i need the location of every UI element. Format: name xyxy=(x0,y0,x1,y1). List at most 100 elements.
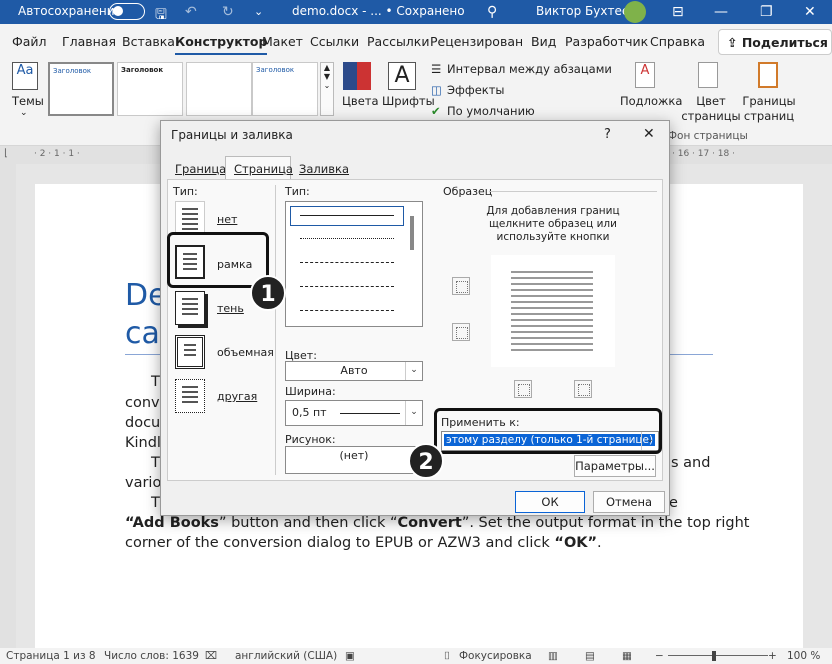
tab-shading[interactable]: Заливка xyxy=(299,162,349,176)
themes-label[interactable]: Темы xyxy=(12,94,44,108)
web-layout-icon[interactable]: ▦ xyxy=(622,650,632,662)
page-borders-label[interactable]: Границы страниц xyxy=(742,94,796,124)
tab-file[interactable]: Файл xyxy=(12,34,47,49)
tab-selector-icon[interactable]: ⌊ xyxy=(4,148,8,159)
ok-button[interactable]: ОК xyxy=(515,491,585,513)
set-default-label[interactable]: По умолчанию xyxy=(447,104,535,118)
effects-label[interactable]: Эффекты xyxy=(447,83,505,97)
style-thumb-4[interactable]: Заголовок xyxy=(252,62,318,116)
chevron-down-icon[interactable]: ⌄ xyxy=(405,401,422,425)
focus-label[interactable]: Фокусировка xyxy=(459,650,532,662)
tab-help[interactable]: Справка xyxy=(650,34,705,49)
customize-icon[interactable]: ⌄ xyxy=(254,5,263,18)
themes-icon[interactable]: Aa xyxy=(12,62,38,90)
close-icon[interactable]: ✕ xyxy=(804,4,816,20)
tab-view[interactable]: Вид xyxy=(531,34,556,49)
setting-shadow-icon[interactable] xyxy=(175,291,205,325)
setting-3d-label[interactable]: объемная xyxy=(217,346,274,359)
redo-icon[interactable]: ↻ xyxy=(222,4,234,20)
tab-page-border[interactable]: Страница xyxy=(234,162,293,176)
print-layout-icon[interactable]: ▤ xyxy=(585,650,595,662)
line-dashed[interactable] xyxy=(300,262,394,263)
fonts-icon[interactable]: A xyxy=(388,62,416,90)
paragraph-spacing-icon[interactable]: ☰ xyxy=(431,62,441,76)
chevron-down-icon[interactable]: ⌄ xyxy=(405,362,422,380)
title-bar: Автосохранение 🖫 ↶ ↻ ⌄ demo.docx - ... •… xyxy=(0,0,832,24)
ribbon-display-icon[interactable]: ⊟ xyxy=(672,4,684,20)
line-dotted[interactable] xyxy=(300,238,394,239)
zoom-in-icon[interactable]: + xyxy=(768,650,777,662)
preview-area[interactable] xyxy=(491,255,615,367)
dialog-close-icon[interactable]: ✕ xyxy=(643,126,655,142)
ok-button-label: ОК xyxy=(541,495,559,509)
zoom-out-icon[interactable]: − xyxy=(655,650,664,662)
line-dash-dot[interactable] xyxy=(300,310,394,311)
setting-shadow-label[interactable]: тень xyxy=(217,302,244,315)
tab-insert[interactable]: Вставка xyxy=(122,34,175,49)
autosave-toggle[interactable] xyxy=(109,3,145,20)
setting-3d-icon[interactable] xyxy=(175,335,205,369)
zoom-slider[interactable] xyxy=(668,655,768,656)
zoom-slider-thumb[interactable] xyxy=(712,651,716,661)
help-button[interactable]: ? xyxy=(604,127,611,142)
setting-none-label[interactable]: нет xyxy=(217,213,237,226)
cancel-button[interactable]: Отмена xyxy=(593,491,665,513)
width-select[interactable]: 0,5 пт ⌄ xyxy=(285,400,423,426)
accessibility-icon[interactable]: ▣ xyxy=(345,650,355,662)
maximize-icon[interactable]: ❐ xyxy=(760,4,773,20)
word-count[interactable]: Число слов: 1639 xyxy=(104,650,199,662)
right-border-button[interactable] xyxy=(574,380,592,398)
styles-gallery-scroll[interactable]: ▲ ▼ ⌄ xyxy=(320,62,334,116)
chevron-down-icon[interactable]: ⌄ xyxy=(20,108,28,118)
watermark-icon[interactable]: A xyxy=(635,62,655,88)
page-borders-icon[interactable] xyxy=(758,62,778,88)
language-label[interactable]: английский (США) xyxy=(235,650,337,662)
line-dash-long[interactable] xyxy=(300,286,394,287)
vertical-ruler[interactable] xyxy=(0,164,16,648)
color-select[interactable]: Авто ⌄ xyxy=(285,361,423,381)
style-thumb-2[interactable]: Заголовок xyxy=(117,62,183,116)
art-select[interactable]: (нет) xyxy=(285,446,423,474)
read-mode-icon[interactable]: ▥ xyxy=(548,650,558,662)
setting-custom-label[interactable]: другая xyxy=(217,390,257,403)
colors-icon[interactable] xyxy=(343,62,371,90)
page-color-icon[interactable] xyxy=(698,62,718,88)
page-color-label[interactable]: Цвет страницы xyxy=(676,94,746,124)
style-thumb-3[interactable] xyxy=(186,62,252,116)
minimize-icon[interactable]: — xyxy=(714,4,728,20)
watermark-label[interactable]: Подложка xyxy=(620,94,682,108)
effects-icon[interactable]: ◫ xyxy=(431,83,442,97)
tab-review[interactable]: Рецензирование xyxy=(430,34,522,49)
share-button[interactable]: ⇪ Поделиться xyxy=(718,29,832,55)
colors-label[interactable]: Цвета xyxy=(342,94,379,108)
list-scrollbar-thumb[interactable] xyxy=(410,216,414,250)
page-count[interactable]: Страница 1 из 8 xyxy=(6,650,96,662)
tab-home[interactable]: Главная xyxy=(62,34,116,49)
line-solid[interactable] xyxy=(300,215,394,216)
search-icon[interactable]: ⚲ xyxy=(487,4,497,20)
avatar[interactable] xyxy=(624,1,646,23)
style-title-thumb[interactable]: Заголовок xyxy=(48,62,114,116)
tab-borders[interactable]: Граница xyxy=(175,162,226,176)
setting-custom-icon[interactable] xyxy=(175,379,205,413)
tab-developer[interactable]: Разработчик xyxy=(565,34,648,49)
setting-none-icon[interactable] xyxy=(175,201,205,235)
tab-references[interactable]: Ссылки xyxy=(310,34,359,49)
options-button[interactable]: Параметры... xyxy=(574,455,656,477)
check-icon[interactable]: ✔ xyxy=(431,104,441,118)
line-style-selected[interactable] xyxy=(290,206,404,226)
focus-icon[interactable]: ⌷ xyxy=(444,650,450,663)
doc-line-8a: “Add Books xyxy=(125,515,219,531)
left-border-button[interactable] xyxy=(514,380,532,398)
proofing-icon[interactable]: ⌧ xyxy=(205,650,217,662)
tab-layout[interactable]: Макет xyxy=(262,34,303,49)
bottom-border-button[interactable] xyxy=(452,323,470,341)
line-style-list[interactable] xyxy=(285,201,423,327)
zoom-level[interactable]: 100 % xyxy=(787,650,820,662)
tab-design[interactable]: Конструктор xyxy=(175,34,268,55)
undo-icon[interactable]: ↶ xyxy=(185,4,197,20)
fonts-label[interactable]: Шрифты xyxy=(382,94,435,108)
top-border-button[interactable] xyxy=(452,277,470,295)
tab-mailings[interactable]: Рассылки xyxy=(367,34,429,49)
paragraph-spacing-label[interactable]: Интервал между абзацами xyxy=(447,62,612,76)
